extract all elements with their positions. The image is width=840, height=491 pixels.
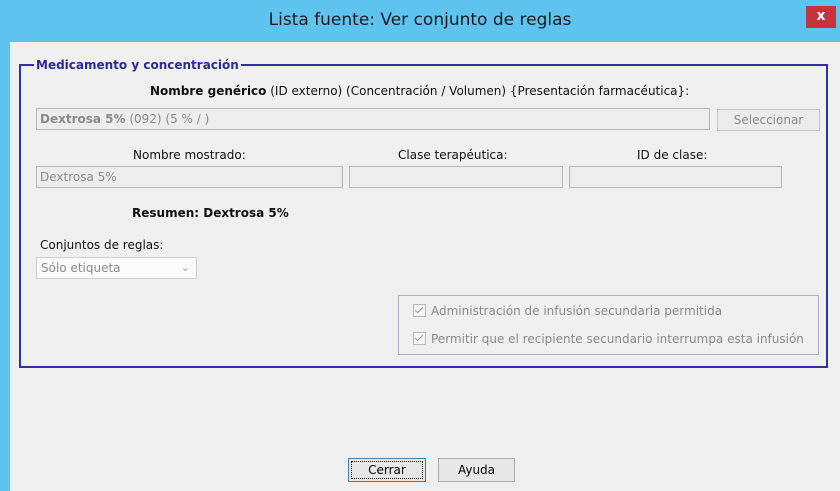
- generic-name-header: Nombre genérico (ID externo) (Concentrac…: [150, 84, 689, 98]
- rule-sets-selected-value: Sólo etiqueta: [41, 261, 121, 275]
- rule-sets-dropdown[interactable]: Sólo etiqueta ⌄: [36, 257, 197, 279]
- groupbox-title: Medicamento y concentración: [34, 58, 241, 72]
- allow-secondary-interrupt-checkbox[interactable]: Permitir que el recipiente secundario in…: [413, 332, 804, 346]
- generic-name-header-rest: (ID externo) (Concentración / Volumen) {…: [266, 84, 690, 98]
- secondary-infusion-allowed-checkbox[interactable]: Administración de infusión secundaria pe…: [413, 304, 722, 318]
- close-window-button[interactable]: x: [806, 6, 836, 28]
- chevron-down-icon: ⌄: [180, 261, 190, 274]
- drug-name-bold: Dextrosa 5%: [40, 112, 126, 126]
- close-icon: x: [816, 8, 826, 24]
- allow-secondary-interrupt-label: Permitir que el recipiente secundario in…: [431, 332, 804, 346]
- secondary-infusion-allowed-label: Administración de infusión secundaria pe…: [431, 304, 723, 318]
- drug-name-field: Dextrosa 5% (092) (5 % / ): [36, 108, 710, 130]
- generic-name-header-bold: Nombre genérico: [150, 84, 267, 98]
- summary-text: Resumen: Dextrosa 5%: [132, 206, 289, 220]
- class-id-field: [569, 166, 782, 188]
- checkmark-icon: [413, 332, 426, 345]
- drug-name-rest: (092) (5 % / ): [125, 112, 210, 126]
- checkmark-icon: [413, 304, 426, 317]
- title-bar: Lista fuente: Ver conjunto de reglas x: [0, 0, 840, 42]
- display-name-label: Nombre mostrado:: [133, 148, 246, 162]
- close-button[interactable]: Cerrar: [348, 458, 426, 482]
- rule-sets-label: Conjuntos de reglas:: [40, 238, 164, 252]
- select-button[interactable]: Seleccionar: [717, 109, 820, 131]
- help-button[interactable]: Ayuda: [438, 458, 515, 482]
- class-id-label: ID de clase:: [637, 148, 708, 162]
- window-title: Lista fuente: Ver conjunto de reglas: [268, 10, 572, 30]
- infusion-options-box: Administración de infusión secundaria pe…: [398, 295, 819, 355]
- therapeutic-class-field: [349, 166, 563, 188]
- therapeutic-class-label: Clase terapéutica:: [398, 148, 508, 162]
- display-name-field: Dextrosa 5%: [36, 166, 343, 188]
